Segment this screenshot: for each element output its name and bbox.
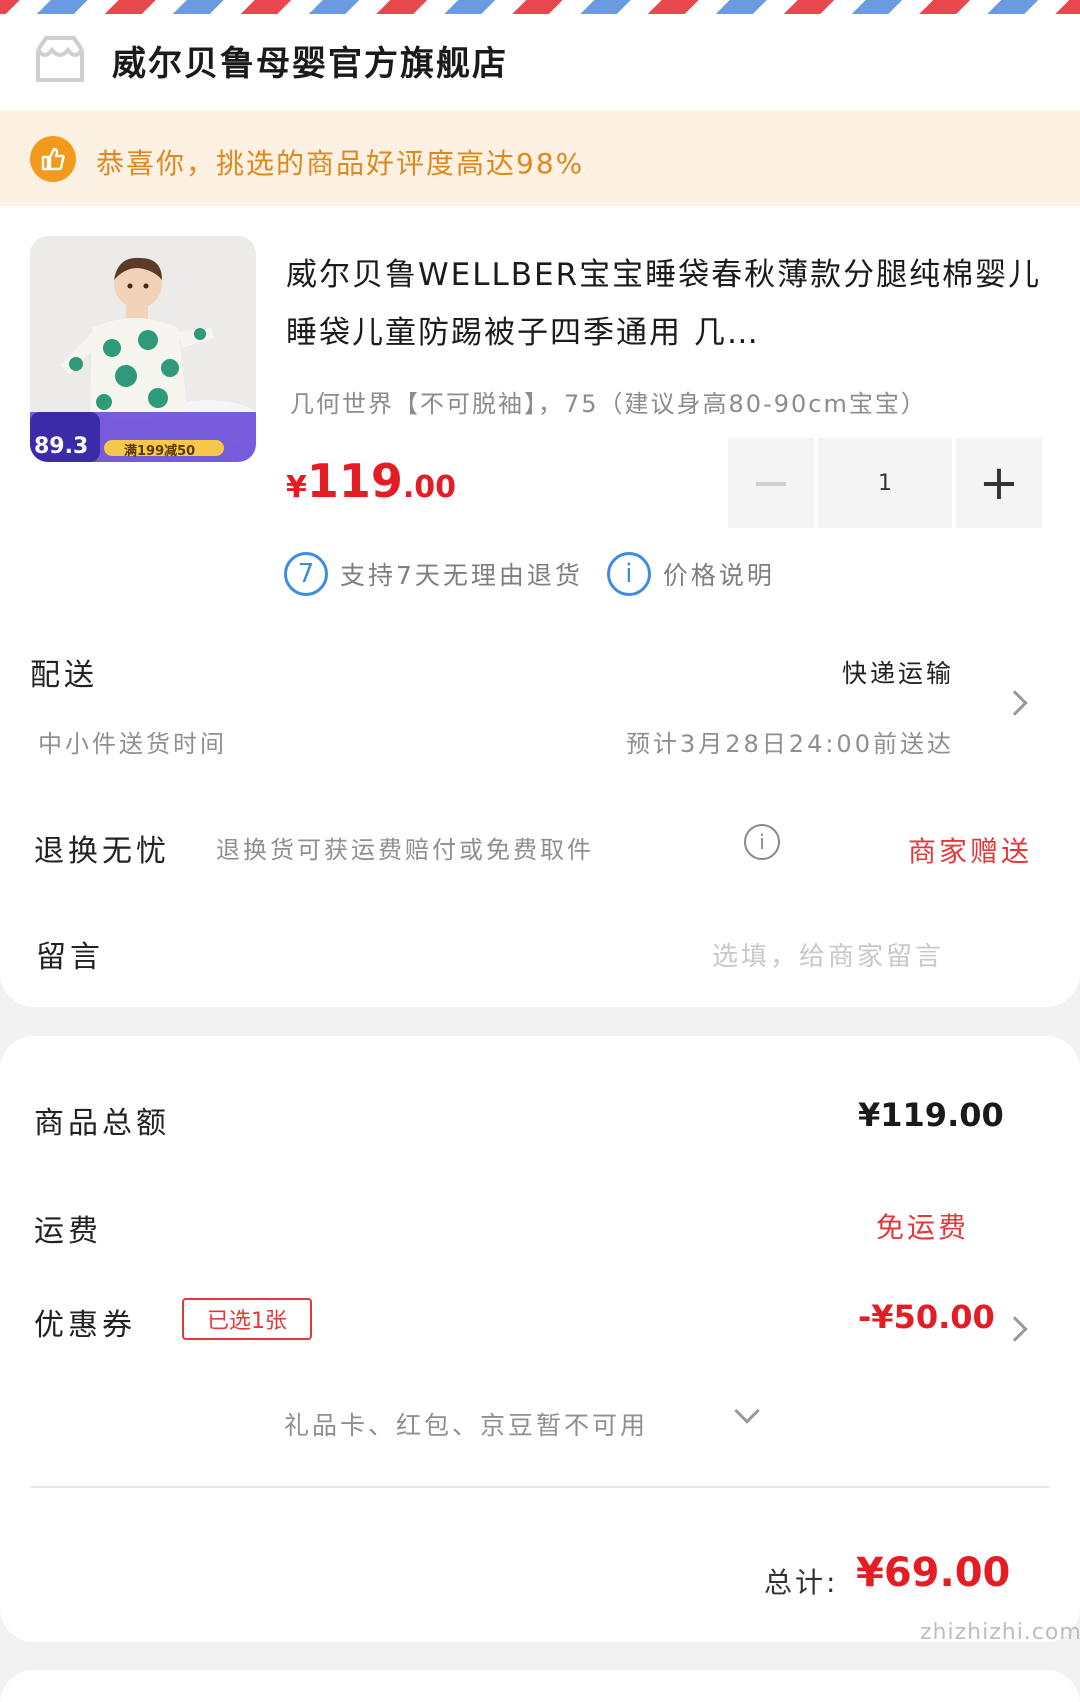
returns-info-icon[interactable]: i xyxy=(744,824,780,860)
store-icon xyxy=(36,36,84,82)
chevron-right-icon xyxy=(1002,1316,1028,1342)
image-promo-price: 89.3 xyxy=(34,434,89,459)
price-note-text[interactable]: 价格说明 xyxy=(663,556,775,592)
coupon-selected-badge: 已选1张 xyxy=(182,1298,312,1340)
store-header[interactable]: 威尔贝鲁母婴官方旗舰店 xyxy=(0,14,1080,110)
info-icon: i xyxy=(606,552,651,596)
subtotal-label: 商品总额 xyxy=(34,1106,170,1141)
next-card xyxy=(0,1670,1080,1702)
quantity-value[interactable]: 1 xyxy=(818,438,952,528)
chevron-down-icon xyxy=(734,1398,760,1424)
thumbs-up-icon xyxy=(30,136,76,182)
subtotal-value: ¥119.00 xyxy=(858,1096,1004,1134)
delivery-label: 配送 xyxy=(30,658,98,693)
message-input[interactable]: 选填，给商家留言 xyxy=(712,936,944,973)
quantity-plus-button[interactable]: + xyxy=(956,438,1042,528)
quantity-stepper: − 1 + xyxy=(728,438,1050,528)
rating-banner-text: 恭喜你，挑选的商品好评度高达98% xyxy=(96,147,585,180)
message-label: 留言 xyxy=(36,940,104,975)
delivery-eta: 预计3月28日24:00前送达 xyxy=(626,730,954,758)
product-spec[interactable]: 几何世界【不可脱袖】，75（建议身高80-90cm宝宝） xyxy=(290,384,927,419)
rating-banner: 恭喜你，挑选的商品好评度高达98% xyxy=(0,110,1080,206)
seven-day-return-icon: 7 xyxy=(284,552,328,596)
returns-desc: 退换货可获运费赔付或免费取件 xyxy=(216,836,594,864)
price-currency: ¥ xyxy=(286,470,307,505)
delivery-method: 快递运输 xyxy=(842,659,955,688)
watermark-text: zhizhizhi.com xyxy=(920,1620,1080,1645)
summary-card: 商品总额 ¥119.00 运费 免运费 优惠券 已选1张 -¥50.00 礼品卡… xyxy=(0,1036,1080,1642)
service-tags: 7 支持7天无理由退货 i 价格说明 xyxy=(284,550,799,598)
store-name: 威尔贝鲁母婴官方旗舰店 xyxy=(112,44,508,84)
divider xyxy=(30,1486,1050,1488)
product-title[interactable]: 威尔贝鲁WELLBER宝宝睡袋春秋薄款分腿纯棉婴儿睡袋儿童防踢被子四季通用 几… xyxy=(286,246,1054,362)
coupon-label: 优惠券 xyxy=(34,1308,136,1343)
total-value: ¥69.00 xyxy=(856,1550,1011,1596)
shipping-label: 运费 xyxy=(34,1214,102,1249)
coupon-value: -¥50.00 xyxy=(858,1298,995,1336)
returns-badge: 商家赠送 xyxy=(908,835,1033,868)
image-promo-text: 满199减50 xyxy=(124,444,196,459)
chevron-right-icon xyxy=(1002,690,1028,716)
return-policy-text[interactable]: 支持7天无理由退货 xyxy=(340,556,583,592)
total-label: 总计: xyxy=(764,1566,839,1599)
price-decimal: .00 xyxy=(402,470,457,505)
price-integer: 119 xyxy=(306,454,403,508)
giftcard-text: 礼品卡、红包、京豆暂不可用 xyxy=(284,1411,649,1440)
shipping-value: 免运费 xyxy=(876,1211,970,1244)
returns-label: 退换无忧 xyxy=(34,834,170,869)
product-price: ¥119.00 xyxy=(286,454,456,508)
quantity-minus-button[interactable]: − xyxy=(728,438,814,528)
delivery-sub-label: 中小件送货时间 xyxy=(38,730,227,758)
order-card: 威尔贝鲁母婴官方旗舰店 恭喜你，挑选的商品好评度高达98% 89.3 满199减… xyxy=(0,14,1080,1007)
product-image[interactable]: 89.3 满199减50 xyxy=(30,236,256,462)
